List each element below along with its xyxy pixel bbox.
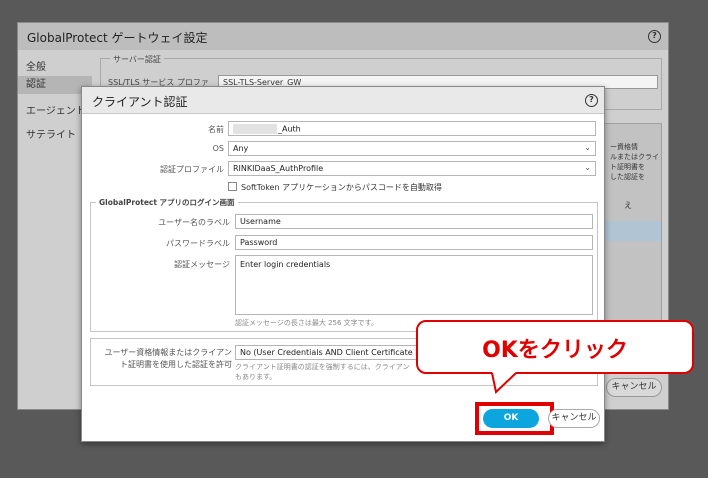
redacted-block	[233, 124, 277, 134]
background-table-panel: ー資格情 ルまたはクライ ト証明書を した認証を え	[603, 123, 662, 347]
cancel-button[interactable]: キャンセル	[548, 409, 600, 428]
chevron-down-icon: ⌄	[584, 143, 591, 152]
auth-message-label: 認証メッセージ	[174, 260, 230, 269]
auth-profile-select[interactable]: RINKIDaaS_AuthProfile ⌄	[228, 161, 596, 176]
background-window-titlebar: GlobalProtect ゲートウェイ設定 ?	[18, 23, 668, 50]
name-label: 名前	[208, 125, 224, 134]
chevron-down-icon: ⌄	[584, 163, 591, 172]
username-label-input[interactable]: Username	[235, 214, 593, 229]
instruction-callout-text: OKをクリック	[482, 338, 628, 363]
auth-profile-value: RINKIDaaS_AuthProfile	[233, 164, 324, 173]
background-cancel-button[interactable]: キャンセル	[606, 378, 662, 397]
sidebar-item-general[interactable]: 全般	[26, 58, 46, 73]
login-screen-group-title: GlobalProtect アプリのログイン画面	[96, 197, 238, 208]
name-input[interactable]: _Auth	[228, 121, 596, 136]
os-label: OS	[212, 144, 224, 153]
background-selected-row	[604, 221, 661, 241]
background-panel-text: ー資格情 ルまたはクライ ト証明書を した認証を	[610, 143, 659, 181]
sidebar-item-satellite[interactable]: サテライト	[26, 126, 76, 141]
callout-pointer	[491, 372, 517, 394]
password-label-label: パスワードラベル	[166, 239, 230, 248]
password-label-input[interactable]: Password	[235, 235, 593, 250]
allow-auth-hint: クライアント証明書の認証を強制するには、クライアン もあります。	[235, 363, 410, 381]
auth-profile-label: 認証プロファイル	[160, 165, 224, 174]
os-select[interactable]: Any ⌄	[228, 141, 596, 156]
dialog-title: クライアント認証	[92, 95, 188, 109]
os-value: Any	[233, 144, 249, 153]
background-window-title: GlobalProtect ゲートウェイ設定	[27, 31, 208, 45]
instruction-callout: OKをクリック	[416, 320, 694, 374]
ok-button[interactable]: OK	[483, 409, 539, 428]
background-panel-cell: え	[624, 201, 632, 210]
username-label-label: ユーザー名のラベル	[158, 218, 230, 227]
auth-message-textarea[interactable]: Enter login credentials	[235, 255, 593, 315]
help-icon[interactable]: ?	[648, 30, 661, 43]
name-value: _Auth	[278, 124, 301, 134]
softtoken-label: SoftToken アプリケーションからパスコードを自動取得	[241, 183, 442, 192]
allow-auth-label: ユーザー資格情報またはクライアン ト証明書を使用した認証を許可	[104, 348, 232, 369]
softtoken-checkbox[interactable]	[228, 182, 237, 191]
dialog-titlebar: クライアント認証 ?	[82, 87, 604, 114]
sidebar-item-agent[interactable]: エージェント	[26, 102, 86, 117]
server-auth-group-title: サーバー認証	[110, 54, 164, 65]
auth-message-hint: 認証メッセージの長さは最大 256 文字です。	[235, 319, 378, 327]
help-icon[interactable]: ?	[585, 94, 598, 107]
